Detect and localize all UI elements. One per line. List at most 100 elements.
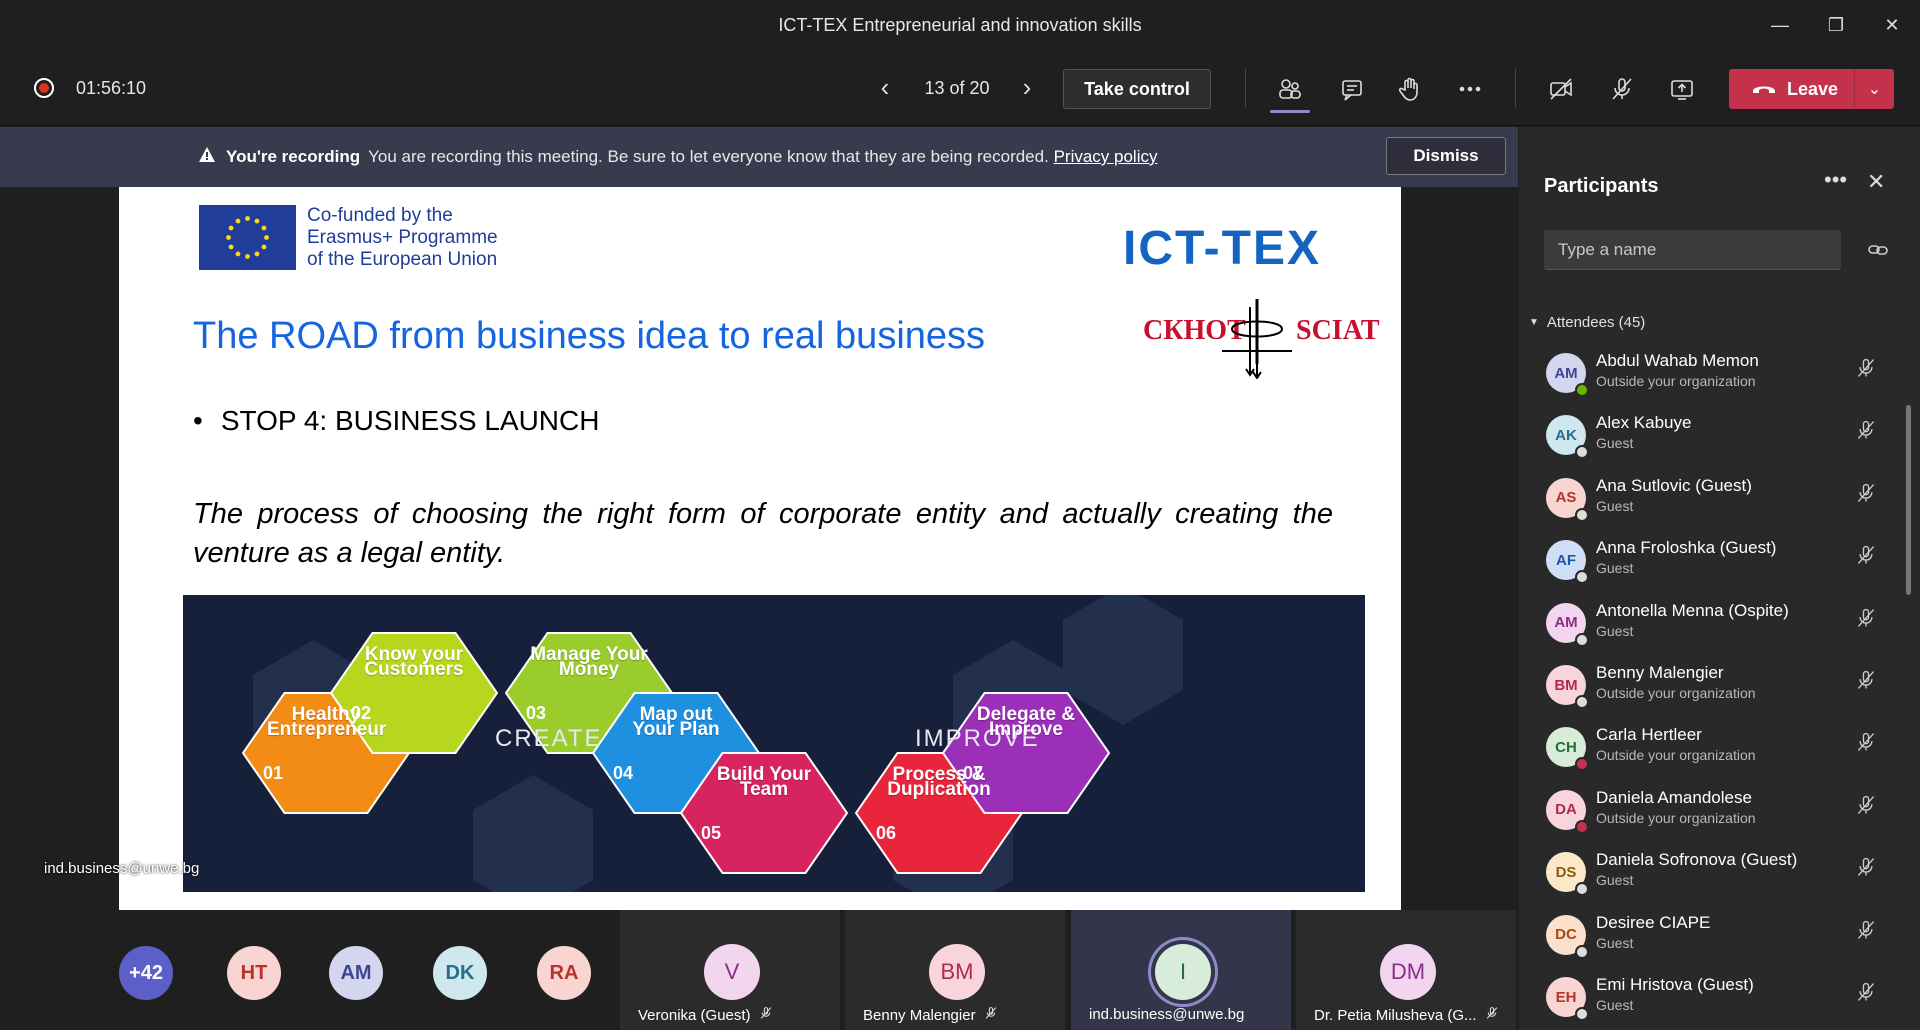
eu-flag-logo bbox=[199, 205, 296, 270]
participant-row[interactable]: DA Daniela Amandolese Outside your organiz… bbox=[1519, 780, 1920, 842]
take-control-button[interactable]: Take control bbox=[1063, 69, 1211, 109]
create-label: CREATE bbox=[495, 725, 603, 752]
participant-row[interactable]: CH Carla Hertleer Outside your organizatio… bbox=[1519, 717, 1920, 779]
dismiss-button[interactable]: Dismiss bbox=[1386, 137, 1506, 175]
toolbar-divider bbox=[1515, 68, 1516, 108]
participant-subtitle: Outside your organization bbox=[1596, 373, 1756, 389]
tile-name-row: Dr. Petia Milusheva (G... bbox=[1314, 1006, 1499, 1024]
participant-name: Alex Kabuye bbox=[1596, 413, 1692, 433]
participant-row[interactable]: AM Antonella Menna (Ospite) Guest bbox=[1519, 593, 1920, 655]
participant-video-tile[interactable]: V Veronika (Guest) bbox=[620, 910, 840, 1030]
more-icon[interactable] bbox=[1452, 72, 1488, 106]
mic-off-icon bbox=[1855, 482, 1877, 509]
shared-content-stage: Co-funded by the Erasmus+ Programme of t… bbox=[0, 187, 1518, 910]
participant-search-input[interactable] bbox=[1544, 230, 1841, 270]
participant-name: Ana Sutlovic (Guest) bbox=[1596, 475, 1752, 495]
road-step-label: Manage Your Money bbox=[530, 644, 648, 680]
participant-subtitle: Outside your organization bbox=[1596, 685, 1756, 701]
tile-name-row: ind.business@unwe.bg bbox=[1089, 1006, 1244, 1023]
road-step-label: Delegate & Improve bbox=[976, 704, 1076, 740]
road-step-label: Know your Customers bbox=[364, 644, 464, 680]
previous-slide-button[interactable]: ‹ bbox=[870, 72, 900, 103]
presence-status-icon bbox=[1575, 1007, 1589, 1021]
road-step-label: Map out Your Plan bbox=[632, 704, 720, 740]
tile-name-row: Benny Malengier bbox=[863, 1006, 998, 1024]
share-link-icon[interactable] bbox=[1867, 239, 1889, 261]
panel-title: Participants bbox=[1544, 175, 1659, 197]
presentation-slide: Co-funded by the Erasmus+ Programme of t… bbox=[119, 187, 1401, 910]
participant-subtitle: Guest bbox=[1596, 560, 1634, 577]
road-step-number: 02 bbox=[351, 703, 372, 723]
participant-video-tile[interactable]: BM Benny Malengier bbox=[845, 910, 1065, 1030]
avatar: DM bbox=[1380, 944, 1436, 1000]
participant-name: Emi Hristova (Guest) bbox=[1596, 975, 1754, 994]
recording-banner: You're recording You are recording this m… bbox=[0, 127, 1518, 187]
mic-off-icon bbox=[1855, 669, 1877, 696]
participant-video-tile[interactable]: Iind.business@unwe.bg bbox=[1071, 910, 1291, 1030]
banner-title: You're recording bbox=[226, 147, 361, 166]
close-icon[interactable]: ✕ bbox=[1867, 169, 1885, 195]
video-roster: +42 HT AM DK RA V Veronika (Guest) BM Benny Ma… bbox=[0, 910, 1518, 1030]
participant-subtitle: Guest bbox=[1596, 934, 1634, 951]
participant-row[interactable]: AS Ana Sutlovic (Guest) Guest bbox=[1519, 468, 1920, 530]
overflow-participants-button[interactable]: +42 bbox=[119, 946, 173, 1000]
participant-row[interactable]: AM Abdul Wahab Memon Outside your organiza… bbox=[1519, 343, 1920, 405]
presence-status-icon bbox=[1575, 507, 1589, 522]
leave-button[interactable]: Leave ⌄ bbox=[1729, 69, 1894, 109]
roster-avatar[interactable]: AM bbox=[329, 946, 383, 1000]
business-road-graphic: CREATE IMPROVE Healthy Entrepreneur 01 Kno… bbox=[183, 595, 1365, 892]
mic-off-icon bbox=[1855, 981, 1877, 1008]
road-step-label: Build Your Team bbox=[716, 764, 812, 800]
participant-name: Benny Malengier bbox=[1596, 663, 1724, 682]
tile-name-row: Veronika (Guest) bbox=[638, 1006, 773, 1024]
slide-title: The ROAD from business idea to real busi… bbox=[193, 315, 986, 357]
presence-status-icon bbox=[1575, 695, 1589, 709]
sciat-logo-text: SCIAT bbox=[1296, 315, 1380, 346]
raise-hand-icon[interactable] bbox=[1392, 72, 1428, 106]
presence-status-icon bbox=[1575, 944, 1589, 959]
share-icon[interactable] bbox=[1664, 72, 1700, 106]
participant-row[interactable]: BM Benny Malengier Outside your organizati… bbox=[1519, 655, 1920, 717]
mic-off-icon bbox=[1855, 856, 1877, 883]
participant-row[interactable]: AK Alex Kabuye Guest bbox=[1519, 405, 1920, 467]
scrollbar[interactable] bbox=[1906, 405, 1911, 595]
participant-subtitle: Guest bbox=[1596, 997, 1634, 1013]
attendees-count: Attendees (45) bbox=[1546, 314, 1646, 331]
leave-main-button[interactable]: Leave bbox=[1729, 79, 1854, 100]
participant-row[interactable]: EH Emi Hristova (Guest) Guest bbox=[1519, 967, 1920, 1029]
participant-row[interactable]: DS Daniela Sofronova (Guest) Guest bbox=[1519, 842, 1920, 904]
roster-avatar[interactable]: RA bbox=[537, 946, 591, 1000]
roster-avatar[interactable]: DK bbox=[433, 946, 487, 1000]
presence-status-icon bbox=[1575, 757, 1589, 772]
presenter-email-overlay: ind.business@unwe.bg bbox=[44, 860, 200, 877]
privacy-policy-link[interactable]: Privacy policy bbox=[1054, 147, 1158, 166]
presence-status-icon bbox=[1575, 570, 1589, 585]
participants-icon[interactable] bbox=[1272, 72, 1308, 106]
close-icon[interactable]: ✕ bbox=[1864, 0, 1920, 50]
maximize-icon[interactable]: ❐ bbox=[1808, 0, 1864, 50]
camera-off-icon[interactable] bbox=[1543, 72, 1579, 106]
more-options-icon[interactable]: ••• bbox=[1824, 167, 1847, 193]
minimize-icon[interactable]: — bbox=[1752, 0, 1808, 50]
toolbar-divider bbox=[1245, 68, 1246, 108]
avatar: I bbox=[1155, 944, 1211, 1000]
banner-message: You are recording this meeting. Be sure … bbox=[368, 147, 1049, 166]
road-step-number: 04 bbox=[613, 763, 634, 783]
attendees-section-header[interactable]: ▼ Attendees (45) bbox=[1529, 314, 1645, 331]
caret-down-icon: ▼ bbox=[1529, 317, 1539, 328]
mic-off-icon[interactable] bbox=[1604, 72, 1640, 106]
road-step-number: 06 bbox=[876, 823, 897, 843]
avatar: BM bbox=[929, 944, 985, 1000]
participant-name: ind.business@unwe.bg bbox=[1089, 1006, 1245, 1023]
ict-tex-logo: ICT-TEX bbox=[1123, 222, 1322, 275]
participant-video-tile[interactable]: DM Dr. Petia Milusheva (G... bbox=[1296, 910, 1516, 1030]
next-slide-button[interactable]: › bbox=[1012, 72, 1042, 103]
roster-avatar[interactable]: HT bbox=[227, 946, 281, 1000]
chevron-down-icon[interactable]: ⌄ bbox=[1855, 79, 1894, 99]
participant-subtitle: Outside your organization bbox=[1596, 809, 1756, 826]
road-step-number: 07 bbox=[963, 763, 984, 783]
chat-icon[interactable] bbox=[1334, 72, 1370, 106]
leave-label: Leave bbox=[1787, 78, 1839, 99]
participant-row[interactable]: AF Anna Froloshka (Guest) Guest bbox=[1519, 530, 1920, 592]
participant-row[interactable]: DC Desiree CIAPE Guest bbox=[1519, 905, 1920, 967]
